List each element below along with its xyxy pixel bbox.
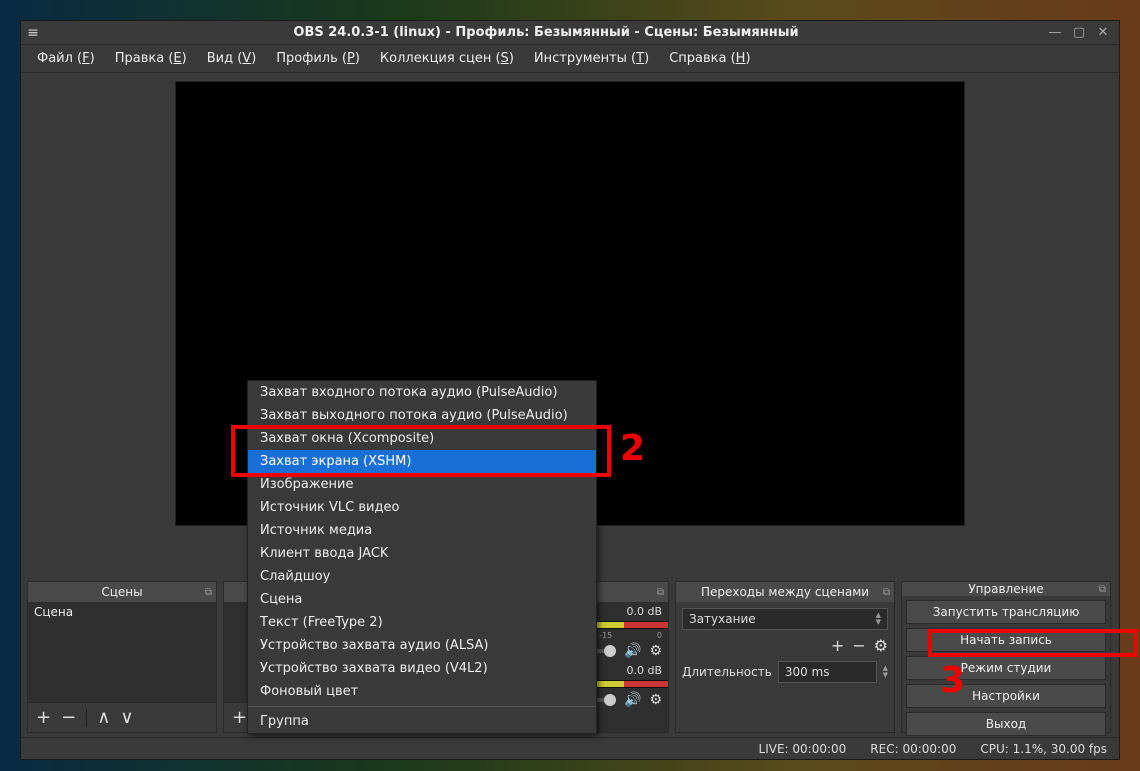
mixer-channel-db: 0.0 dB	[626, 605, 662, 618]
app-menu-icon[interactable]: ≡	[21, 25, 45, 41]
source-menu-item[interactable]: Сцена	[248, 588, 596, 611]
duration-input[interactable]: 300 ms	[778, 661, 877, 683]
panel-controls: Управление ⧉ Запустить трансляцию Начать…	[901, 581, 1111, 733]
add-scene-button[interactable]: +	[36, 709, 51, 727]
add-source-button[interactable]: +	[232, 709, 247, 727]
source-menu-item[interactable]: Текст (FreeType 2)	[248, 611, 596, 634]
duration-label: Длительность	[682, 665, 772, 679]
detach-icon[interactable]: ⧉	[1099, 584, 1106, 595]
scene-down-button[interactable]: ∨	[120, 709, 133, 727]
window-title: OBS 24.0.3-1 (linux) - Профиль: Безымянн…	[45, 25, 1047, 40]
menu-file[interactable]: Файл (F)	[29, 47, 103, 70]
statusbar: LIVE: 00:00:00 REC: 00:00:00 CPU: 1.1%, …	[21, 737, 1119, 759]
panel-scenes-header[interactable]: Сцены ⧉	[28, 582, 216, 602]
source-menu-item[interactable]: Устройство захвата видео (V4L2)	[248, 657, 596, 680]
source-menu-item[interactable]: Источник VLC видео	[248, 496, 596, 519]
remove-transition-button[interactable]: −	[852, 636, 865, 655]
chevron-updown-icon: ▲▼	[876, 612, 881, 626]
source-menu-item[interactable]: Устройство захвата аудио (ALSA)	[248, 634, 596, 657]
menubar: Файл (F) Правка (E) Вид (V) Профиль (P) …	[21, 45, 1119, 73]
menu-tools[interactable]: Инструменты (T)	[526, 47, 657, 70]
panel-scenes: Сцены ⧉ Сцена + − ∧ ∨	[27, 581, 217, 733]
status-live: LIVE: 00:00:00	[759, 742, 847, 756]
close-button[interactable]: ✕	[1095, 25, 1111, 40]
start-record-button[interactable]: Начать запись	[906, 628, 1106, 652]
scene-row[interactable]: Сцена	[28, 602, 216, 622]
maximize-button[interactable]: ▢	[1071, 25, 1087, 40]
source-menu-item[interactable]: Фоновый цвет	[248, 680, 596, 703]
source-menu-item[interactable]: Источник медиа	[248, 519, 596, 542]
source-menu-item[interactable]: Захват экрана (XSHM)	[248, 450, 596, 473]
scenes-list[interactable]: Сцена	[28, 602, 216, 702]
remove-scene-button[interactable]: −	[61, 709, 76, 727]
start-stream-button[interactable]: Запустить трансляцию	[906, 600, 1106, 624]
gear-icon[interactable]: ⚙	[649, 643, 662, 659]
source-menu-item[interactable]: Изображение	[248, 473, 596, 496]
menu-help[interactable]: Справка (H)	[661, 47, 758, 70]
panel-transitions-header[interactable]: Переходы между сценами ⧉	[676, 582, 894, 602]
detach-icon[interactable]: ⧉	[205, 587, 212, 598]
menu-view[interactable]: Вид (V)	[199, 47, 265, 70]
source-menu-item[interactable]: Слайдшоу	[248, 565, 596, 588]
scene-up-button[interactable]: ∧	[97, 709, 110, 727]
gear-icon[interactable]: ⚙	[649, 692, 662, 708]
titlebar: ≡ OBS 24.0.3-1 (linux) - Профиль: Безымя…	[21, 21, 1119, 45]
speaker-icon[interactable]: 🔊	[624, 692, 641, 708]
source-menu-item[interactable]: Группа	[248, 710, 596, 733]
speaker-icon[interactable]: 🔊	[624, 643, 641, 659]
source-menu-item[interactable]: Клиент ввода JACK	[248, 542, 596, 565]
status-cpu: CPU: 1.1%, 30.00 fps	[980, 742, 1107, 756]
source-menu-item[interactable]: Захват окна (Xcomposite)	[248, 427, 596, 450]
transition-select[interactable]: Затухание ▲▼	[682, 608, 888, 630]
panel-controls-header[interactable]: Управление ⧉	[902, 582, 1110, 596]
detach-icon[interactable]: ⧉	[657, 587, 664, 598]
transition-props-button[interactable]: ⚙	[874, 636, 888, 655]
menu-scenes[interactable]: Коллекция сцен (S)	[372, 47, 522, 70]
studio-mode-button[interactable]: Режим студии	[906, 656, 1106, 680]
source-menu-item[interactable]: Захват выходного потока аудио (PulseAudi…	[248, 404, 596, 427]
settings-button[interactable]: Настройки	[906, 684, 1106, 708]
detach-icon[interactable]: ⧉	[883, 587, 890, 598]
add-transition-button[interactable]: +	[831, 636, 844, 655]
panel-transitions: Переходы между сценами ⧉ Затухание ▲▼ + …	[675, 581, 895, 733]
menu-profile[interactable]: Профиль (P)	[268, 47, 368, 70]
menu-edit[interactable]: Правка (E)	[107, 47, 195, 70]
status-rec: REC: 00:00:00	[870, 742, 956, 756]
menu-separator	[248, 706, 596, 707]
mixer-channel-db: 0.0 dB	[626, 664, 662, 677]
minimize-button[interactable]: —	[1047, 25, 1063, 40]
exit-button[interactable]: Выход	[906, 712, 1106, 736]
scenes-toolbar: + − ∧ ∨	[28, 702, 216, 732]
chevron-updown-icon[interactable]: ▲▼	[883, 665, 888, 679]
source-menu-item[interactable]: Захват входного потока аудио (PulseAudio…	[248, 381, 596, 404]
add-source-menu: Захват входного потока аудио (PulseAudio…	[247, 380, 597, 734]
